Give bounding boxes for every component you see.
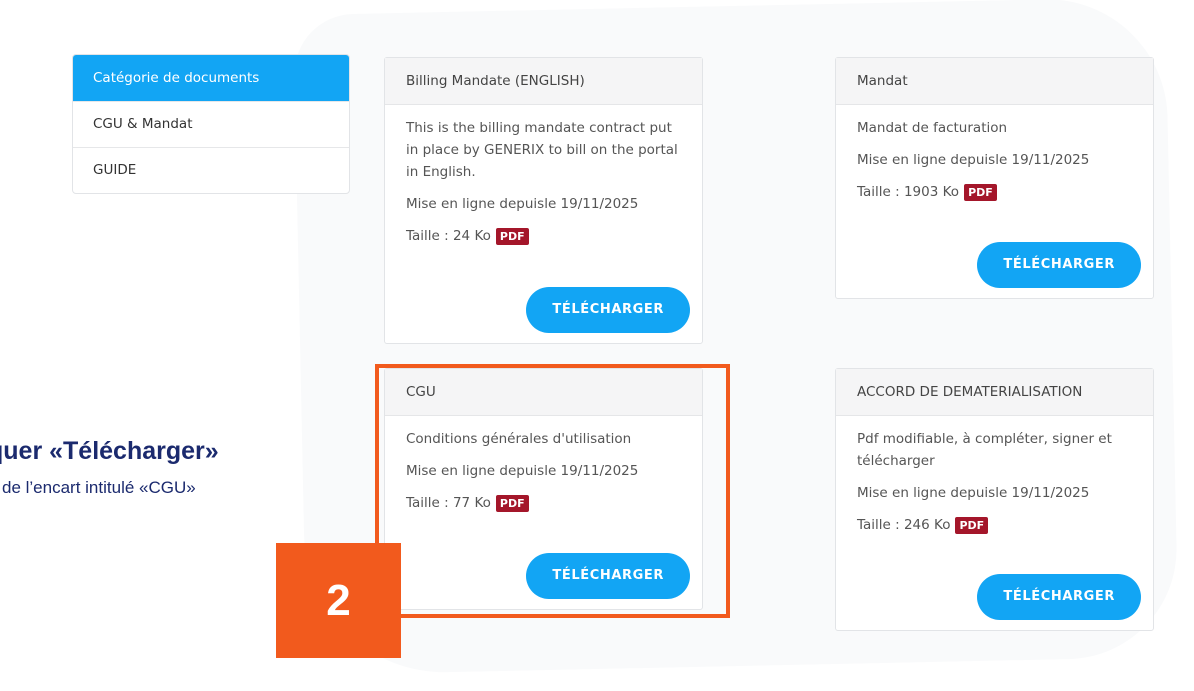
document-card-billing-mandate: Billing Mandate (ENGLISH) This is the bi…	[384, 57, 703, 344]
pdf-badge: PDF	[964, 183, 997, 201]
step-number-badge: 2	[276, 543, 401, 658]
card-title: Billing Mandate (ENGLISH)	[385, 58, 702, 105]
pdf-badge: PDF	[495, 227, 529, 245]
card-size: Taille : 24 Ko	[406, 228, 491, 244]
card-description: This is the billing mandate contract put…	[406, 120, 678, 180]
card-size: Taille : 1903 Ko	[857, 184, 960, 200]
document-card-mandat: Mandat Mandat de facturation Mise en lig…	[835, 57, 1154, 299]
pdf-badge: PDF	[495, 494, 529, 512]
download-button[interactable]: TÉLÉCHARGER	[977, 574, 1141, 620]
sidebar-item-categories[interactable]: Catégorie de documents	[73, 55, 349, 101]
download-button[interactable]: TÉLÉCHARGER	[977, 242, 1141, 288]
download-button[interactable]: TÉLÉCHARGER	[526, 553, 690, 599]
card-date: Mise en ligne depuisle 19/11/2025	[406, 463, 639, 479]
pdf-badge: PDF	[955, 516, 989, 534]
card-title: Mandat	[836, 58, 1153, 105]
sidebar-item-guide[interactable]: GUIDE	[73, 147, 349, 193]
card-date: Mise en ligne depuisle 19/11/2025	[857, 485, 1090, 501]
category-sidebar: Catégorie de documents CGU & Mandat GUID…	[72, 54, 350, 194]
card-description: Pdf modifiable, à compléter, signer et t…	[857, 431, 1112, 469]
card-description: Conditions générales d'utilisation	[406, 431, 632, 447]
card-date: Mise en ligne depuisle 19/11/2025	[406, 196, 639, 212]
card-description: Mandat de facturation	[857, 120, 1008, 136]
card-title: CGU	[385, 369, 702, 416]
card-date: Mise en ligne depuisle 19/11/2025	[857, 152, 1090, 168]
document-card-accord-dematerialisation: ACCORD DE DEMATERIALISATION Pdf modifiab…	[835, 368, 1154, 631]
instruction-subtitle: de l’encart intitulé «CGU»	[2, 478, 196, 497]
sidebar-item-cgu-mandat[interactable]: CGU & Mandat	[73, 101, 349, 147]
document-card-cgu: CGU Conditions générales d'utilisation M…	[384, 368, 703, 610]
instruction-title: quer «Télécharger»	[0, 437, 219, 465]
card-size: Taille : 246 Ko	[857, 517, 951, 533]
card-size: Taille : 77 Ko	[406, 495, 491, 511]
card-title: ACCORD DE DEMATERIALISATION	[836, 369, 1153, 416]
download-button[interactable]: TÉLÉCHARGER	[526, 287, 690, 333]
